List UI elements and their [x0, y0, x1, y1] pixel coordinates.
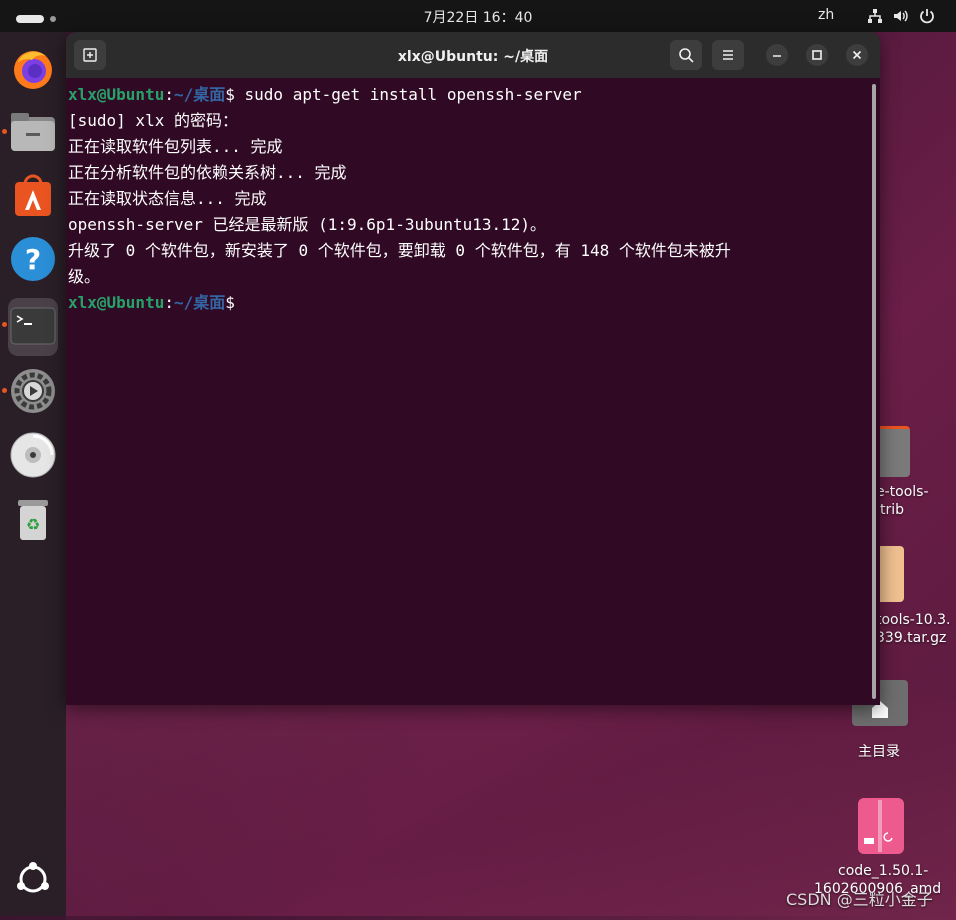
- running-indicator: [2, 129, 7, 134]
- scrollbar[interactable]: [872, 84, 876, 699]
- desktop-icon-label: tools-10.3.: [876, 612, 951, 628]
- show-apps-button[interactable]: [14, 860, 52, 898]
- ubuntu-logo-icon: [17, 862, 49, 893]
- title-bar[interactable]: xlx@Ubuntu: ~/桌面: [66, 32, 880, 78]
- maximize-button[interactable]: [806, 44, 828, 66]
- close-button[interactable]: [846, 44, 868, 66]
- top-bar: 7月22日 16：40 zh: [0, 0, 956, 32]
- power-icon: [918, 7, 936, 25]
- help-icon: ?: [11, 237, 55, 281]
- desktop-icon-label: code_1.50.1-: [838, 863, 929, 879]
- files-icon: [11, 113, 55, 151]
- dock-item-disc[interactable]: [8, 430, 58, 480]
- minimize-icon: [773, 55, 781, 57]
- terminal-icon: [10, 307, 56, 345]
- app-center-icon: [15, 174, 51, 216]
- output-line: 正在读取状态信息... 完成: [68, 189, 267, 208]
- watermark: CSDN @三粒小金子: [786, 890, 933, 909]
- volume-icon: [892, 7, 910, 25]
- svg-text:♻: ♻: [26, 515, 40, 534]
- menu-button[interactable]: [712, 40, 744, 70]
- dock-item-app-center[interactable]: [8, 170, 58, 220]
- dock-item-files[interactable]: [8, 107, 58, 157]
- prompt-separator: :: [164, 85, 174, 104]
- minimize-button[interactable]: [766, 44, 788, 66]
- desktop-icon-label: e-tools-: [876, 484, 929, 500]
- clock[interactable]: 7月22日 16：40: [0, 7, 956, 27]
- maximize-icon: [812, 50, 822, 60]
- desktop-icon-label: trib: [880, 502, 905, 518]
- close-icon: [852, 50, 862, 60]
- output-line: 升级了 0 个软件包，新安装了 0 个软件包，要卸载 0 个软件包，有 148 …: [68, 241, 731, 260]
- dock: ? ♻: [0, 32, 66, 916]
- command-line: xlx@Ubuntu:~/桌面$ sudo apt-get install op…: [68, 82, 868, 108]
- prompt-path: ~/桌面: [173, 85, 226, 104]
- output-line: 正在分析软件包的依赖关系树... 完成: [68, 163, 347, 182]
- svg-text:?: ?: [25, 243, 41, 276]
- output-line: [sudo] xlx 的密码：: [68, 111, 238, 130]
- prompt-path: ~/桌面: [173, 293, 226, 312]
- desktop-icon-label: 339.tar.gz: [876, 630, 947, 646]
- output-line: openssh-server 已经是最新版 (1:9.6p1-3ubuntu13…: [68, 215, 547, 234]
- terminal-window[interactable]: xlx@Ubuntu: ~/桌面 xlx@Ubuntu:~/桌面$ sudo a…: [66, 32, 880, 705]
- system-tray[interactable]: [866, 7, 936, 25]
- dock-item-help[interactable]: ?: [8, 233, 58, 283]
- dock-item-firefox[interactable]: [8, 44, 58, 94]
- disc-icon: [10, 432, 56, 478]
- deb-package-icon[interactable]: [858, 798, 904, 854]
- trash-icon: ♻: [18, 500, 48, 540]
- firefox-icon: [14, 51, 52, 89]
- window-title: xlx@Ubuntu: ~/桌面: [397, 49, 549, 65]
- running-indicator: [2, 322, 7, 327]
- current-prompt-line: xlx@Ubuntu:~/桌面$: [68, 290, 868, 316]
- prompt-symbol: $: [225, 85, 235, 104]
- output-line: 正在读取软件包列表... 完成: [68, 137, 283, 156]
- terminal-output[interactable]: xlx@Ubuntu:~/桌面$ sudo apt-get install op…: [66, 78, 868, 705]
- network-icon: [866, 7, 884, 25]
- settings-icon: [11, 369, 55, 413]
- search-button[interactable]: [670, 40, 702, 70]
- running-indicator: [2, 388, 7, 393]
- prompt-symbol: $: [225, 293, 235, 312]
- dock-item-trash[interactable]: ♻: [8, 494, 58, 544]
- prompt-user: xlx@Ubuntu: [68, 85, 165, 104]
- debian-swirl-icon: [864, 800, 893, 852]
- input-language-indicator[interactable]: zh: [818, 7, 834, 23]
- command-text: sudo apt-get install openssh-server: [234, 85, 582, 104]
- prompt-separator: :: [164, 293, 174, 312]
- dock-item-terminal[interactable]: [8, 298, 58, 356]
- menu-icon: [723, 50, 733, 60]
- output-line: 级。: [68, 267, 101, 286]
- prompt-user: xlx@Ubuntu: [68, 293, 165, 312]
- desktop-icon-label: 主目录: [858, 744, 900, 760]
- dock-item-settings[interactable]: [8, 366, 58, 416]
- search-icon: [679, 48, 694, 63]
